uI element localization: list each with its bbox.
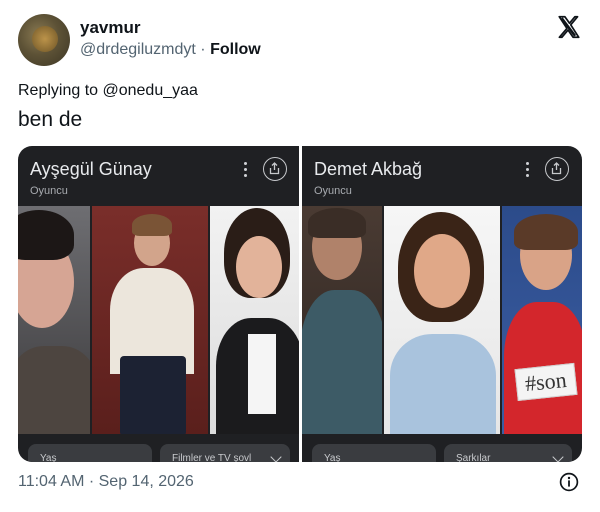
photo[interactable] (384, 206, 500, 434)
chip-songs[interactable]: Şarkılar (444, 444, 572, 462)
share-icon[interactable] (545, 157, 569, 181)
chip-age[interactable]: Yaş (312, 444, 436, 462)
photo[interactable] (302, 206, 382, 434)
card-title: Ayşegül Günay (30, 159, 152, 179)
handle-row: @drdegiluzmdyt · Follow (80, 41, 261, 59)
card-subtitle: Oyuncu (30, 185, 68, 197)
x-logo-icon[interactable] (556, 14, 582, 40)
follow-button[interactable]: Follow (210, 41, 261, 58)
photo[interactable] (210, 206, 299, 434)
info-icon[interactable] (559, 472, 579, 492)
chip-films[interactable]: Filmler ve TV şovl (160, 444, 290, 462)
user-handle[interactable]: @drdegiluzmdyt (80, 41, 196, 58)
replying-to[interactable]: Replying to @onedu_yaa (18, 82, 198, 100)
tweet-text: ben de (18, 108, 83, 131)
photo[interactable]: #son (502, 206, 582, 434)
photo[interactable] (92, 206, 208, 434)
card-subtitle: Oyuncu (314, 185, 352, 197)
share-icon[interactable] (263, 157, 287, 181)
more-vertical-icon[interactable] (244, 162, 248, 178)
separator-dot: · (200, 41, 206, 58)
tweet-timestamp[interactable]: 11:04 AM · Sep 14, 2026 (18, 473, 194, 491)
photo[interactable] (18, 206, 90, 434)
chip-age[interactable]: Yaş (28, 444, 152, 462)
display-name[interactable]: yavmur (80, 18, 140, 38)
card-title: Demet Akbağ (314, 159, 423, 179)
more-vertical-icon[interactable] (526, 162, 530, 178)
avatar[interactable] (18, 14, 70, 66)
sign-text: #son (514, 362, 578, 402)
knowledge-card-right[interactable]: Demet Akbağ Oyuncu #son Yaş Şarkılar (302, 146, 582, 462)
knowledge-card-left[interactable]: Ayşegül Günay Oyuncu Yaş Filmler ve TV ş… (18, 146, 299, 462)
tweet-media[interactable]: Ayşegül Günay Oyuncu Yaş Filmler ve TV ş… (18, 146, 582, 462)
tweet-header: yavmur @drdegiluzmdyt · Follow (18, 12, 584, 68)
